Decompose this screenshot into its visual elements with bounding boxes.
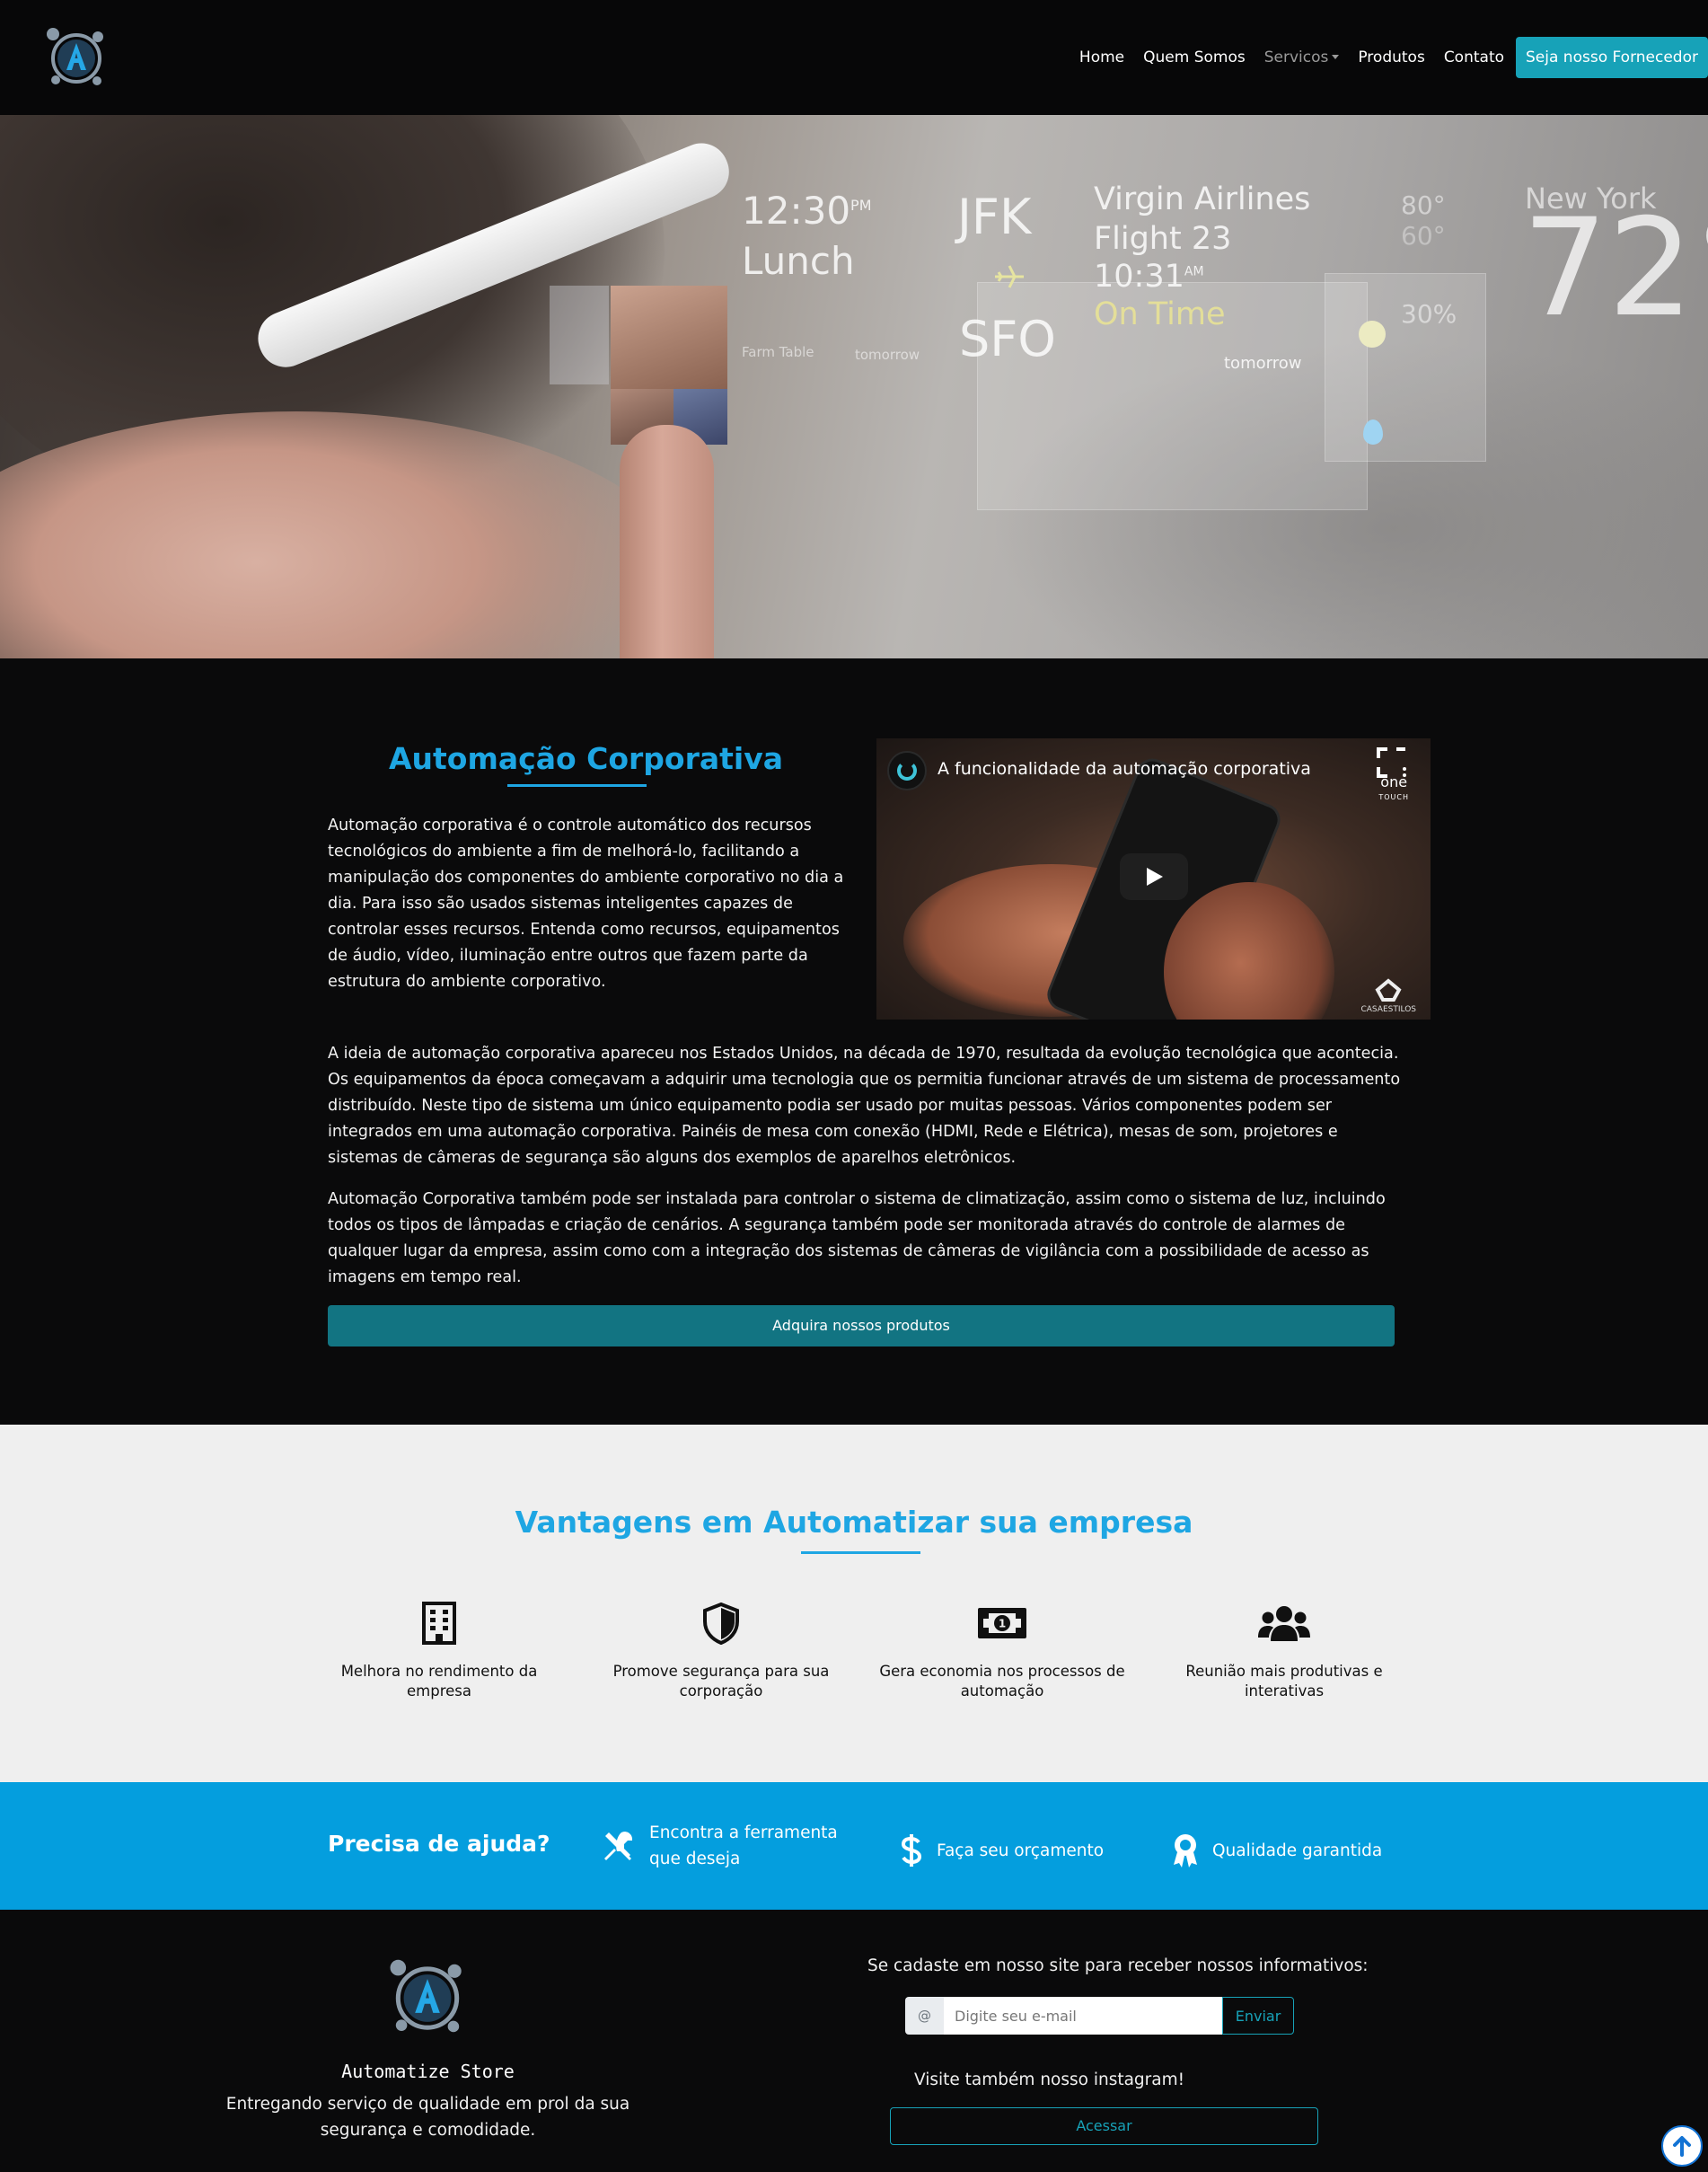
hud-depart-time: 10:31AM (1094, 259, 1204, 295)
title-underline (507, 784, 647, 787)
advantage-label: Promove segurança para sua corporação (612, 1663, 830, 1700)
nav-contato[interactable]: Contato (1444, 49, 1504, 66)
advantages-section: Vantagens em Automatizar sua empresa Mel… (0, 1425, 1708, 1782)
video-brand-touch: TOUCH (1378, 793, 1409, 801)
about-intro: Automação corporativa é o controle autom… (328, 817, 844, 991)
channel-avatar[interactable] (887, 751, 927, 790)
nav-home[interactable]: Home (1079, 49, 1124, 66)
about-section: Automação Corporativa Automação corporat… (0, 658, 1708, 1425)
hud-low: 60° (1401, 221, 1446, 251)
nav-servicos-dropdown[interactable]: Servicos (1264, 49, 1340, 66)
video-title[interactable]: A funcionalidade da automação corporativ… (938, 759, 1311, 779)
sun-icon (1359, 321, 1386, 348)
nav-produtos[interactable]: Produtos (1358, 49, 1424, 66)
shield-icon (703, 1602, 739, 1645)
hud-contact-panel (550, 286, 609, 384)
nav-quem-somos[interactable]: Quem Somos (1143, 49, 1246, 66)
help-item-label: Encontra a ferramenta que deseja (649, 1823, 838, 1868)
instagram-button[interactable]: Acessar (890, 2107, 1318, 2145)
video-brand-one: one (1380, 773, 1408, 790)
help-item-tools[interactable]: Encontra a ferramenta que deseja (602, 1820, 862, 1872)
logo-icon[interactable] (45, 25, 108, 88)
hud-flight-when: tomorrow (1224, 354, 1302, 373)
instagram-text: Visite também nosso instagram! (914, 2070, 1185, 2089)
users-icon (1258, 1606, 1310, 1641)
email-input[interactable] (944, 1997, 1222, 2035)
footer-brand-name: Automatize Store (341, 2061, 515, 2082)
title-underline (801, 1551, 920, 1554)
footer-logo-icon[interactable] (388, 1956, 467, 2035)
advantage-label: Gera economia nos processos de automação (879, 1663, 1125, 1700)
main-nav: Home Quem Somos Servicos Produtos Contat… (1079, 37, 1708, 78)
hud-event-when: tomorrow (855, 347, 920, 363)
help-title: Precisa de ajuda? (328, 1831, 550, 1857)
newsletter-form: @ Enviar (905, 1997, 1294, 2035)
hud-status: On Time (1094, 296, 1226, 332)
navbar: Home Quem Somos Servicos Produtos Contat… (0, 0, 1708, 115)
plane-icon (995, 265, 1024, 288)
advantage-item: Melhora no rendimento da empresa (313, 1601, 565, 1701)
hud-flight: Flight 23 (1094, 221, 1232, 257)
dollar-icon (901, 1834, 922, 1867)
help-item-quality[interactable]: Qualidade garantida (1172, 1832, 1382, 1868)
help-bar: Precisa de ajuda? Encontra a ferramenta … (0, 1782, 1708, 1910)
help-item-label: Faça seu orçamento (937, 1841, 1105, 1860)
video-watermark: CASAESTILOS (1360, 978, 1416, 1014)
advantages-title: Vantagens em Automatizar sua empresa (515, 1505, 1193, 1540)
advantage-item: Promove segurança para sua corporação (595, 1601, 847, 1701)
hud-temp: 72° (1522, 190, 1708, 347)
house-logo-icon (1375, 978, 1402, 1002)
nav-servicos-label: Servicos (1263, 49, 1329, 66)
video-player[interactable]: A funcionalidade da automação corporativ… (876, 738, 1431, 1020)
video-brand: one TOUCH (1378, 773, 1409, 804)
play-button[interactable] (1120, 853, 1188, 900)
finger-shape (620, 425, 714, 658)
advantage-label: Melhora no rendimento da empresa (340, 1663, 538, 1700)
about-paragraph-2: A ideia de automação corporativa aparece… (328, 1045, 1401, 1167)
help-item-label: Qualidade garantida (1212, 1841, 1383, 1860)
hud-origin: JFK (957, 189, 1032, 245)
caret-down-icon (1332, 55, 1340, 59)
arrow-up-icon (1673, 2136, 1691, 2157)
hero-banner: 12:30PM Lunch Farm Table tomorrow JFK SF… (0, 115, 1708, 658)
hud-event-place: Farm Table (742, 344, 814, 360)
newsletter-text: Se cadaste em nosso site para receber no… (867, 1956, 1369, 1975)
back-to-top-button[interactable] (1661, 2125, 1703, 2167)
hud-rain: 30% (1401, 299, 1457, 329)
svg-text:1: 1 (999, 1618, 1006, 1630)
supplier-button[interactable]: Seja nosso Fornecedor (1516, 37, 1708, 78)
hud-time: 12:30PM (742, 189, 872, 233)
about-title: Automação Corporativa (389, 741, 783, 776)
hud-high: 80° (1401, 190, 1446, 220)
award-icon (1174, 1834, 1197, 1867)
help-item-budget[interactable]: Faça seu orçamento (900, 1832, 1104, 1868)
email-prefix: @ (905, 1997, 944, 2035)
advantage-label: Reunião mais produtivas e interativas (1185, 1663, 1383, 1700)
raindrop-icon (1363, 419, 1383, 445)
advantage-item: 1 Gera economia nos processos de automaç… (876, 1601, 1128, 1701)
hud-destination: SFO (959, 311, 1056, 367)
video-watermark-text: CASAESTILOS (1360, 1005, 1416, 1014)
advantage-item: Reunião mais produtivas e interativas (1158, 1601, 1410, 1701)
money-bill-icon: 1 (978, 1608, 1026, 1638)
send-button[interactable]: Enviar (1222, 1997, 1294, 2035)
hud-photo (611, 286, 727, 389)
buy-products-button[interactable]: Adquira nossos produtos (328, 1305, 1395, 1346)
about-paragraph-3: Automação Corporativa também pode ser in… (328, 1190, 1386, 1286)
footer-tagline: Entregando serviço de qualidade em prol … (225, 2095, 630, 2140)
footer: Automatize Store Entregando serviço de q… (0, 1910, 1708, 2172)
hero-face-shape (0, 411, 700, 658)
building-icon (422, 1602, 456, 1645)
hud-airline: Virgin Airlines (1094, 181, 1311, 217)
tools-icon (604, 1832, 633, 1860)
hud-event: Lunch (742, 239, 855, 283)
